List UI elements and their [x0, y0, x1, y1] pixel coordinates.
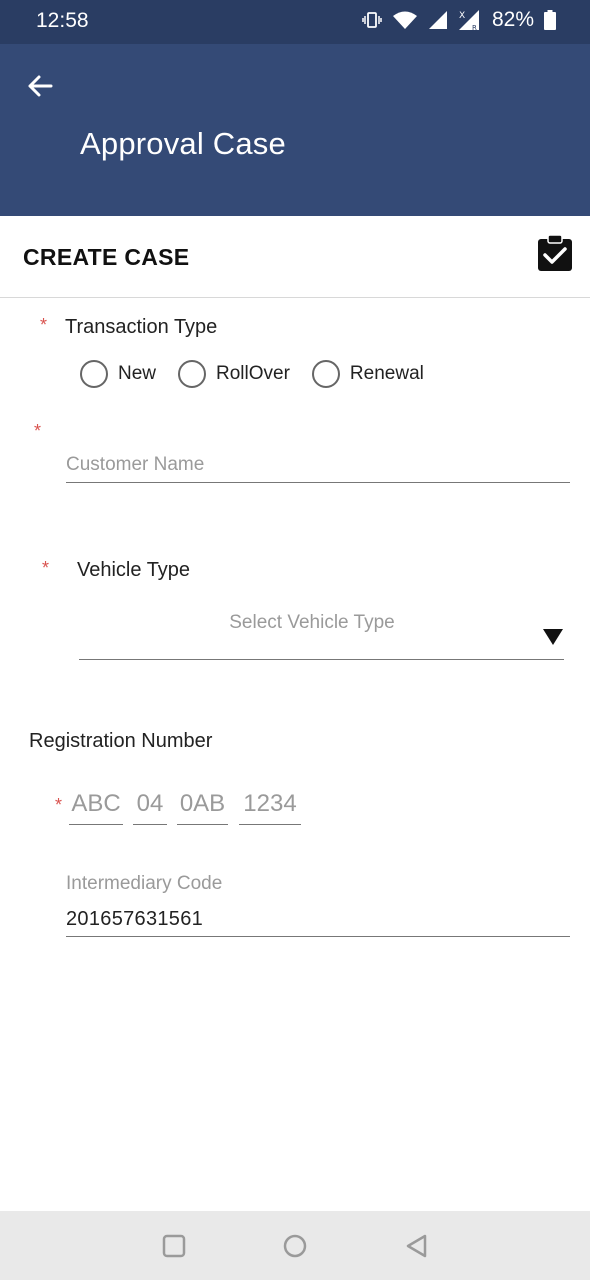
registration-number-underline — [239, 824, 301, 825]
recents-square-icon[interactable] — [161, 1233, 187, 1259]
required-marker: * — [42, 558, 50, 578]
radio-button[interactable] — [80, 360, 108, 388]
status-bar: 12:58 X R 82% — [0, 0, 590, 44]
vibrate-icon — [362, 12, 382, 28]
registration-district-underline — [133, 824, 167, 825]
vehicle-type-select[interactable]: Select Vehicle Type — [79, 612, 545, 634]
customer-name-underline — [66, 482, 570, 483]
registration-number-label: Registration Number — [29, 730, 213, 752]
required-marker: * — [55, 795, 63, 815]
home-circle-icon[interactable] — [282, 1233, 308, 1259]
page-title: Approval Case — [80, 126, 286, 161]
intermediary-code-underline — [66, 936, 570, 937]
system-nav-bar — [0, 1211, 590, 1280]
transaction-type-label: Transaction Type — [65, 316, 218, 338]
registration-district-input[interactable]: 04 — [133, 790, 167, 818]
customer-name-input[interactable]: Customer Name — [66, 454, 204, 476]
svg-text:R: R — [472, 24, 477, 31]
intermediary-code-input[interactable]: 201657631561 — [66, 908, 203, 931]
vehicle-type-underline — [79, 659, 564, 660]
radio-button[interactable] — [178, 360, 207, 388]
radio-option-new[interactable]: New — [80, 360, 156, 388]
status-icons: X R 82% — [362, 8, 556, 32]
radio-option-rollover[interactable]: RollOver — [178, 360, 290, 388]
vehicle-type-label: Vehicle Type — [77, 559, 191, 581]
radio-button[interactable] — [311, 360, 340, 388]
section-title: CREATE CASE — [23, 244, 190, 270]
registration-state-input[interactable]: ABC — [69, 790, 123, 818]
wifi-icon — [392, 11, 417, 29]
app-bar: Approval Case — [0, 44, 590, 216]
radio-option-renewal[interactable]: Renewal — [311, 360, 424, 388]
radio-label: RollOver — [216, 363, 290, 384]
clipboard-check-icon[interactable] — [536, 234, 574, 272]
radio-label: Renewal — [349, 363, 424, 384]
svg-text:X: X — [459, 11, 465, 21]
registration-series-input[interactable]: 0AB — [177, 790, 228, 818]
chevron-down-icon[interactable] — [543, 629, 563, 645]
required-marker: * — [40, 315, 48, 335]
radio-label: New — [118, 363, 157, 384]
status-time: 12:58 — [36, 9, 89, 32]
intermediary-code-label: Intermediary Code — [66, 873, 223, 894]
registration-number-input[interactable]: 1234 — [239, 790, 301, 818]
registration-state-underline — [69, 824, 123, 825]
required-marker: * — [34, 421, 42, 441]
battery-icon — [544, 10, 556, 30]
transaction-type-radio-group: New RollOver Renewal — [80, 360, 446, 388]
registration-series-underline — [177, 824, 228, 825]
arrow-left-icon[interactable] — [24, 70, 56, 102]
create-case-header: CREATE CASE — [0, 216, 590, 298]
signal-roaming-icon: X R — [458, 10, 479, 31]
back-triangle-icon[interactable] — [404, 1233, 430, 1259]
signal-icon — [428, 11, 447, 29]
battery-percent: 82% — [491, 8, 534, 31]
